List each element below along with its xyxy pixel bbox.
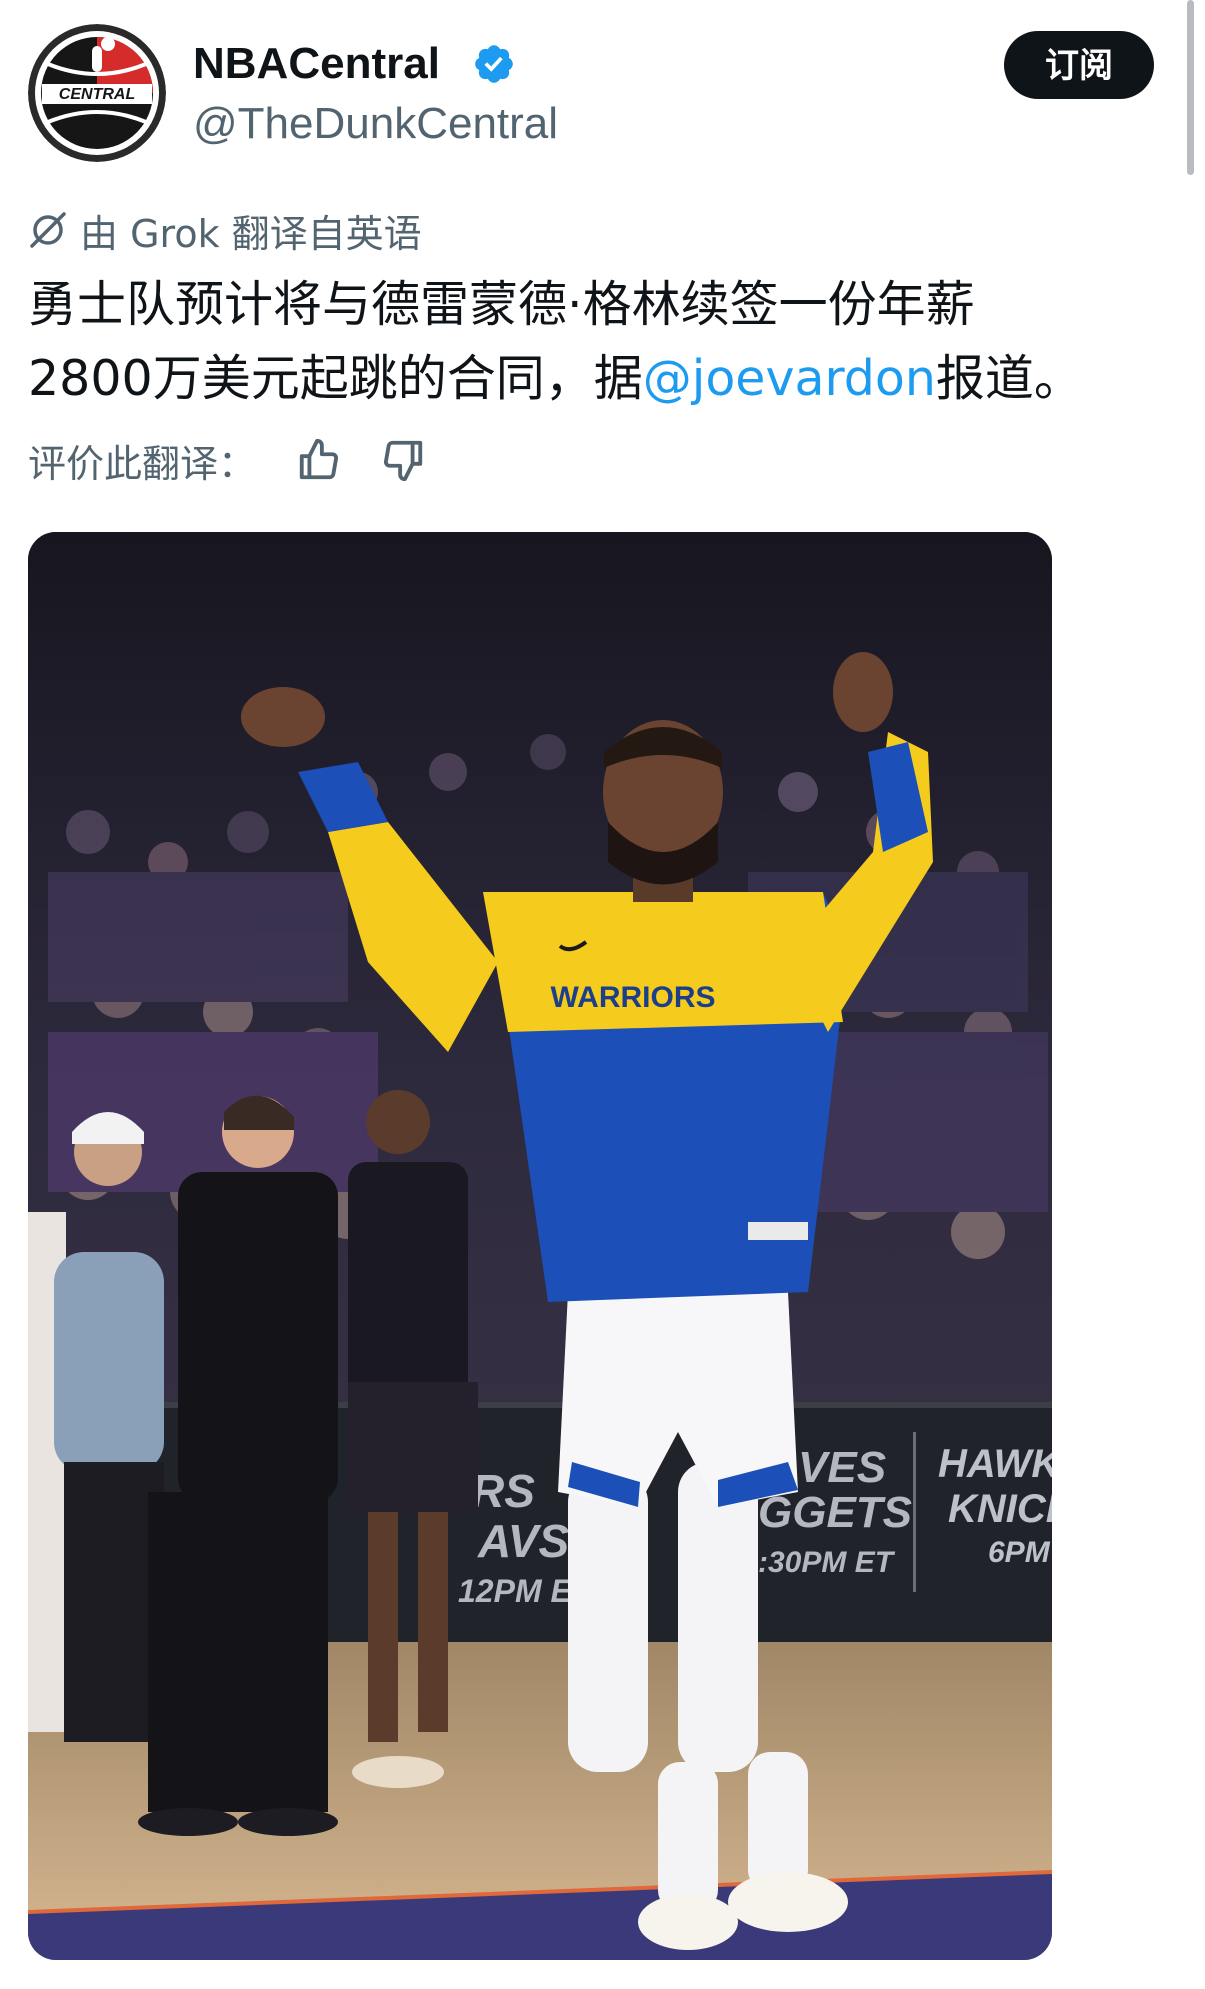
- scrollbar[interactable]: [1187, 0, 1194, 175]
- user-handle[interactable]: @TheDunkCentral: [193, 96, 558, 152]
- rate-translation: 评价此翻译：: [28, 432, 426, 488]
- photo-illustration: TORS AVS 12PM ET VES GGETS :30PM ET HAWK…: [28, 532, 1052, 1960]
- tweet-view: CENTRAL NBACentral @TheDunkCentral 订阅 由 …: [0, 0, 1205, 1989]
- jersey-text: WARRIORS: [551, 981, 716, 1014]
- svg-text:HAWKS: HAWKS: [938, 1442, 1052, 1486]
- tweet-line-2-end: 报道。: [935, 350, 1083, 407]
- translation-note-text: 由 Grok 翻译自英语: [80, 211, 422, 256]
- thumbs-up-icon[interactable]: [296, 437, 342, 483]
- tweet-line-1: 勇士队预计将与德雷蒙德·格林续签一份年薪: [28, 276, 975, 333]
- verified-badge-icon: [472, 42, 516, 86]
- mention-link[interactable]: @joevardon: [643, 350, 936, 407]
- svg-text:VES: VES: [798, 1443, 886, 1492]
- thumbs-down-icon[interactable]: [380, 437, 426, 483]
- tweet-text: 勇士队预计将与德雷蒙德·格林续签一份年薪 2800万美元起跳的合同，据@joev…: [28, 268, 1158, 416]
- svg-text::30PM ET: :30PM ET: [758, 1546, 896, 1579]
- tweet-line-2: 2800万美元起跳的合同，据@joevardon报道。: [28, 342, 1158, 416]
- tweet-line-2-start: 2800万美元起跳的合同，据: [28, 350, 643, 407]
- rate-translation-label: 评价此翻译：: [28, 441, 257, 486]
- grok-icon: [30, 212, 66, 248]
- svg-text:KNICK: KNICK: [948, 1487, 1052, 1531]
- avatar-logo-text: CENTRAL: [59, 86, 135, 103]
- tweet-photo[interactable]: TORS AVS 12PM ET VES GGETS :30PM ET HAWK…: [28, 532, 1052, 1960]
- display-name[interactable]: NBACentral: [193, 36, 440, 92]
- svg-text:GGETS: GGETS: [758, 1488, 912, 1537]
- subscribe-button[interactable]: 订阅: [1004, 31, 1154, 99]
- svg-text:6PM ET: 6PM ET: [988, 1536, 1052, 1569]
- nba-central-logo: CENTRAL: [28, 24, 166, 162]
- translation-note[interactable]: 由 Grok 翻译自英语: [28, 204, 422, 256]
- svg-text:AVS: AVS: [477, 1515, 569, 1567]
- avatar[interactable]: CENTRAL: [28, 24, 166, 162]
